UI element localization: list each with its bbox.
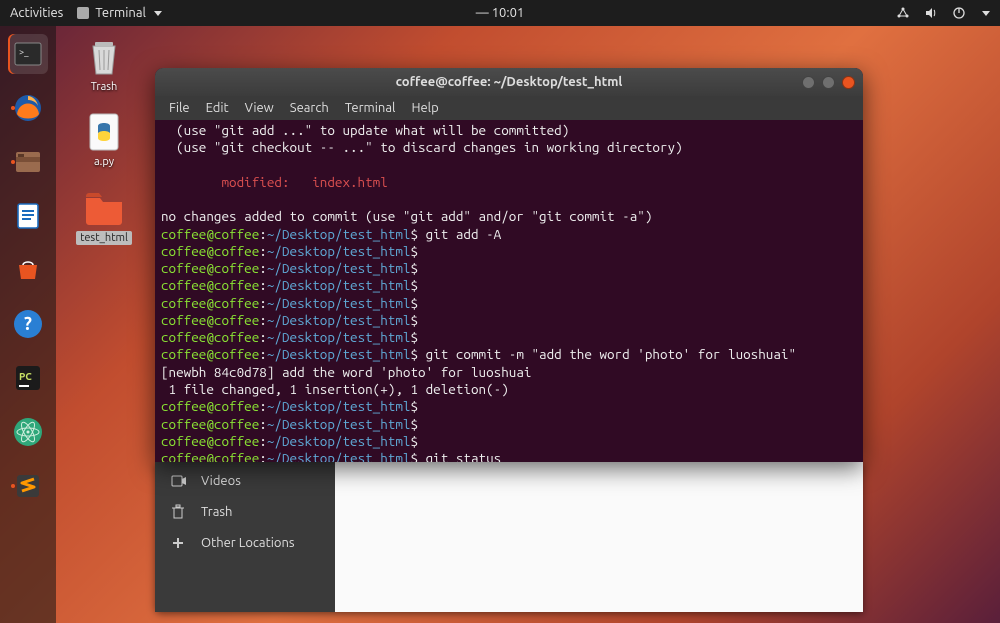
network-icon[interactable] <box>896 6 910 20</box>
dock-files[interactable] <box>8 142 48 182</box>
desktop-trash-label: Trash <box>91 81 118 93</box>
menu-edit[interactable]: Edit <box>200 99 235 117</box>
plus-icon <box>171 536 187 550</box>
dock-help[interactable]: ? <box>8 304 48 344</box>
python-file-icon <box>83 111 125 153</box>
dock-libreoffice-writer[interactable] <box>8 196 48 236</box>
chevron-down-icon <box>154 11 162 16</box>
desktop-trash[interactable]: Trash <box>83 36 125 93</box>
trash-icon <box>83 36 125 78</box>
sidebar-item-trash[interactable]: Trash <box>155 496 335 528</box>
terminal-app-icon <box>77 7 89 19</box>
dock-atom[interactable] <box>8 412 48 452</box>
sidebar-item-label: Videos <box>201 474 241 488</box>
desktop-folder-label: test_html <box>76 231 132 245</box>
menu-help[interactable]: Help <box>405 99 444 117</box>
appmenu[interactable]: Terminal <box>77 6 162 20</box>
volume-icon[interactable] <box>924 6 938 20</box>
folder-icon <box>83 186 125 228</box>
terminal-title: coffee@coffee: ~/Desktop/test_html <box>396 75 623 89</box>
sidebar-item-label: Other Locations <box>201 536 295 550</box>
menu-terminal[interactable]: Terminal <box>339 99 402 117</box>
files-window: Videos Trash Other Locations <box>155 462 863 612</box>
clock[interactable]: — 10:01 <box>476 6 524 20</box>
activities-button[interactable]: Activities <box>10 6 63 20</box>
dock: >_ ? PC <box>0 26 56 623</box>
menu-file[interactable]: File <box>163 99 196 117</box>
dock-software-center[interactable] <box>8 250 48 290</box>
svg-text:PC: PC <box>19 371 32 382</box>
svg-text:?: ? <box>24 314 32 334</box>
menu-search[interactable]: Search <box>284 99 335 117</box>
terminal-menubar: File Edit View Search Terminal Help <box>155 96 863 120</box>
window-close-button[interactable] <box>842 76 855 89</box>
window-maximize-button[interactable] <box>822 76 835 89</box>
sidebar-item-label: Trash <box>201 505 232 519</box>
desktop-folder-testhtml[interactable]: test_html <box>76 186 132 245</box>
svg-text:>_: >_ <box>19 47 29 57</box>
sidebar-item-other-locations[interactable]: Other Locations <box>155 528 335 558</box>
terminal-window: coffee@coffee: ~/Desktop/test_html File … <box>155 68 863 462</box>
appmenu-label: Terminal <box>95 6 146 20</box>
dock-sublime[interactable] <box>8 466 48 506</box>
desktop-apy-file[interactable]: a.py <box>83 111 125 168</box>
videos-icon <box>171 474 187 488</box>
files-sidebar: Videos Trash Other Locations <box>155 462 335 612</box>
terminal-body[interactable]: (use "git add ..." to update what will b… <box>155 120 863 462</box>
gnome-topbar: Activities Terminal — 10:01 <box>0 0 1000 26</box>
dock-pycharm[interactable]: PC <box>8 358 48 398</box>
sidebar-item-videos[interactable]: Videos <box>155 466 335 496</box>
desktop-icons: Trash a.py test_html <box>76 36 132 245</box>
files-content-area[interactable] <box>335 462 863 612</box>
system-menu-chevron-icon[interactable] <box>982 11 990 16</box>
window-minimize-button[interactable] <box>802 76 815 89</box>
power-icon[interactable] <box>952 6 966 20</box>
menu-view[interactable]: View <box>239 99 280 117</box>
dock-firefox[interactable] <box>8 88 48 128</box>
dock-terminal[interactable]: >_ <box>8 34 48 74</box>
desktop-apy-label: a.py <box>94 156 114 168</box>
trash-icon <box>171 504 187 520</box>
terminal-titlebar[interactable]: coffee@coffee: ~/Desktop/test_html <box>155 68 863 96</box>
